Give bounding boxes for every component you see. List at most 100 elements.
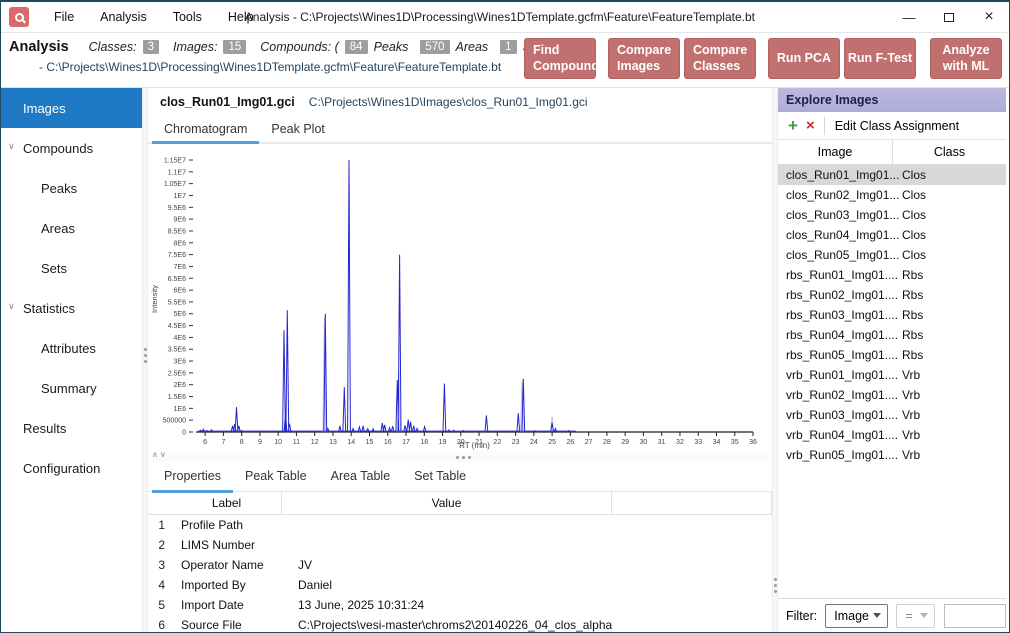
explore-image-row[interactable]: vrb_Run03_Img01....Vrb — [778, 405, 1006, 425]
property-row[interactable]: 6Source FileC:\Projects\vesi-master\chro… — [148, 615, 772, 632]
compare-images-button[interactable]: Compare Images — [608, 38, 680, 79]
maximize-button[interactable] — [929, 2, 969, 32]
close-icon: × — [984, 8, 993, 26]
property-row[interactable]: 4Imported ByDaniel — [148, 575, 772, 595]
sidebar-item-label: Sets — [41, 261, 67, 276]
svg-text:9E6: 9E6 — [174, 217, 187, 224]
image-column-header[interactable]: Image — [778, 140, 893, 164]
explore-image-row[interactable]: vrb_Run02_Img01....Vrb — [778, 385, 1006, 405]
svg-text:9.5E6: 9.5E6 — [168, 205, 186, 212]
menu-bar: FileAnalysisToolsHelp — [41, 3, 267, 32]
svg-text:36: 36 — [749, 439, 757, 446]
explore-image-row[interactable]: clos_Run04_Img01...Clos — [778, 225, 1006, 245]
maximize-icon — [944, 13, 954, 22]
explore-image-row[interactable]: clos_Run03_Img01...Clos — [778, 205, 1006, 225]
filter-value-input[interactable] — [944, 604, 1006, 628]
tab-peak-plot[interactable]: Peak Plot — [259, 116, 337, 144]
label-column-header: Label — [172, 492, 282, 514]
sidebar-item-attributes[interactable]: Attributes — [1, 328, 142, 368]
explore-image-row[interactable]: rbs_Run05_Img01....Rbs — [778, 345, 1006, 365]
svg-text:3.5E6: 3.5E6 — [168, 347, 186, 354]
document-name: clos_Run01_Img01.gci — [160, 95, 295, 109]
sidebar-item-compounds[interactable]: ∨Compounds — [1, 128, 142, 168]
property-label: Source File — [172, 618, 282, 632]
svg-text:15: 15 — [366, 439, 374, 446]
svg-text:32: 32 — [676, 439, 684, 446]
edit-class-assignment-button[interactable]: Edit Class Assignment — [835, 119, 959, 133]
explore-image-row[interactable]: clos_Run01_Img01...Clos — [778, 165, 1006, 185]
image-name: rbs_Run03_Img01.... — [778, 308, 893, 322]
tab-chromatogram[interactable]: Chromatogram — [152, 116, 259, 144]
row-number: 4 — [148, 578, 172, 592]
property-row[interactable]: 5Import Date13 June, 2025 10:31:24 — [148, 595, 772, 615]
tab-properties[interactable]: Properties — [152, 462, 233, 493]
property-row[interactable]: 1Profile Path — [148, 515, 772, 535]
explore-image-row[interactable]: clos_Run02_Img01...Clos — [778, 185, 1006, 205]
sidebar-item-results[interactable]: Results — [1, 408, 142, 448]
chevron-down-icon[interactable]: ∨ — [8, 141, 15, 152]
svg-text:7.5E6: 7.5E6 — [168, 252, 186, 259]
explore-image-row[interactable]: rbs_Run03_Img01....Rbs — [778, 305, 1006, 325]
property-label: Import Date — [172, 598, 282, 612]
tab-peak-table[interactable]: Peak Table — [233, 462, 319, 493]
image-name: rbs_Run02_Img01.... — [778, 288, 893, 302]
image-name: clos_Run03_Img01... — [778, 208, 893, 222]
svg-text:26: 26 — [566, 439, 574, 446]
app-logo — [9, 7, 29, 27]
sidebar-item-areas[interactable]: Areas — [1, 208, 142, 248]
explore-image-row[interactable]: rbs_Run04_Img01....Rbs — [778, 325, 1006, 345]
svg-text:12: 12 — [311, 439, 319, 446]
chromatogram-chart[interactable]: 05000001E61.5E62E62.5E63E63.5E64E64.5E65… — [148, 144, 772, 452]
class-name: Vrb — [893, 388, 1006, 402]
menu-file[interactable]: File — [41, 3, 87, 32]
svg-text:4.5E6: 4.5E6 — [168, 323, 186, 330]
chevron-down-icon[interactable]: ∨ — [8, 301, 15, 312]
main-panel: clos_Run01_Img01.gci C:\Projects\Wines1D… — [148, 88, 772, 632]
explore-image-row[interactable]: vrb_Run01_Img01....Vrb — [778, 365, 1006, 385]
collapse-icons[interactable]: ∧∨ — [152, 450, 168, 459]
menu-tools[interactable]: Tools — [160, 3, 215, 32]
sidebar-item-statistics[interactable]: ∨Statistics — [1, 288, 142, 328]
filter-operator-select[interactable]: = — [896, 604, 935, 628]
tab-set-table[interactable]: Set Table — [402, 462, 478, 493]
run-f-test-button[interactable]: Run F-Test — [844, 38, 916, 79]
property-row[interactable]: 2LIMS Number — [148, 535, 772, 555]
filter-field-select[interactable]: Image — [825, 604, 888, 628]
explore-table-header: Image Class — [778, 140, 1006, 165]
sidebar-item-peaks[interactable]: Peaks — [1, 168, 142, 208]
svg-text:7: 7 — [221, 439, 225, 446]
property-row[interactable]: 3Operator NameJV — [148, 555, 772, 575]
remove-image-button[interactable]: × — [806, 118, 815, 133]
find-compounds-button[interactable]: Find Compounds — [524, 38, 596, 79]
svg-text:16: 16 — [384, 439, 392, 446]
sidebar-item-images[interactable]: Images — [1, 88, 142, 128]
svg-text:23: 23 — [512, 439, 520, 446]
explore-image-row[interactable]: rbs_Run01_Img01....Rbs — [778, 265, 1006, 285]
chevron-down-icon — [920, 613, 928, 618]
detail-tabs: PropertiesPeak TableArea TableSet Table — [148, 462, 772, 492]
image-name: vrb_Run04_Img01.... — [778, 428, 893, 442]
run-pca-button[interactable]: Run PCA — [768, 38, 840, 79]
menu-analysis[interactable]: Analysis — [87, 3, 160, 32]
explore-image-row[interactable]: vrb_Run05_Img01....Vrb — [778, 445, 1006, 465]
explore-image-row[interactable]: rbs_Run02_Img01....Rbs — [778, 285, 1006, 305]
class-column-header[interactable]: Class — [893, 140, 1006, 164]
analyze-with-ml-button[interactable]: Analyze with ML — [930, 38, 1002, 79]
sidebar-item-configuration[interactable]: Configuration — [1, 448, 142, 488]
compounds-label: Compounds: ( — [260, 40, 339, 54]
svg-text:25: 25 — [548, 439, 556, 446]
sidebar-item-label: Attributes — [41, 341, 96, 356]
sidebar-item-sets[interactable]: Sets — [1, 248, 142, 288]
explore-image-row[interactable]: clos_Run05_Img01...Clos — [778, 245, 1006, 265]
tab-area-table[interactable]: Area Table — [319, 462, 403, 493]
class-name: Clos — [893, 188, 1006, 202]
minimize-button[interactable]: — — [889, 2, 929, 32]
compare-classes-button[interactable]: Compare Classes — [684, 38, 756, 79]
sidebar-item-summary[interactable]: Summary — [1, 368, 142, 408]
classes-count-badge: 3 — [143, 40, 159, 54]
explore-image-row[interactable]: vrb_Run04_Img01....Vrb — [778, 425, 1006, 445]
svg-text:5.5E6: 5.5E6 — [168, 299, 186, 306]
close-button[interactable]: × — [969, 2, 1009, 32]
horizontal-splitter[interactable]: ∧∨ — [148, 452, 772, 462]
add-image-button[interactable]: + — [788, 117, 798, 134]
